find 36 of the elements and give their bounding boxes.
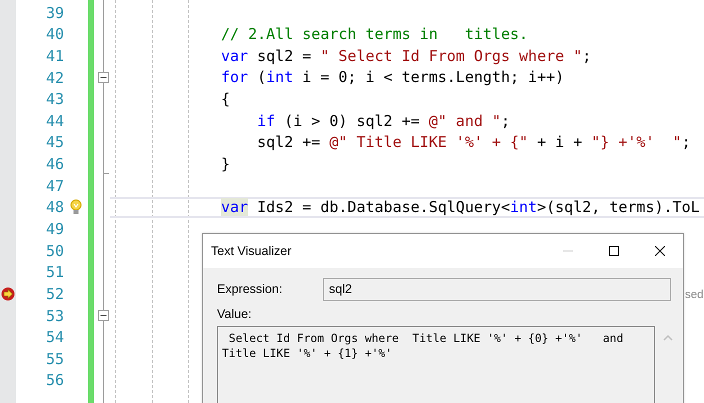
line-number: 51: [46, 262, 64, 284]
line-number: 56: [46, 370, 64, 392]
code-line: sql2 += @" Title LIKE '%' + {" + i + "} +'%' ";: [256, 135, 691, 150]
code-line: var sql2 = " Select Id From Orgs where ";: [221, 48, 592, 64]
collapse-icon[interactable]: [98, 72, 109, 83]
line-number: 41: [46, 46, 64, 67]
line-number: 46: [46, 154, 64, 176]
code-line: var Ids2 = db.Database.SqlQuery<int>(sql2, terms).ToL: [221, 200, 700, 216]
line-number: 54: [46, 327, 64, 348]
code-line: {: [221, 92, 230, 107]
line-number: 39: [46, 2, 64, 24]
line-number: 53: [46, 306, 64, 327]
code-line: // 2.All search terms in titles.: [221, 26, 528, 42]
scroll-up-icon[interactable]: [663, 334, 673, 341]
line-number: 44: [46, 110, 64, 132]
collapse-icon[interactable]: [98, 310, 109, 321]
expression-field[interactable]: sql2: [323, 278, 671, 301]
code-line: if (i > 0) sql2 += @" and ";: [256, 114, 510, 129]
line-number: 50: [46, 240, 64, 262]
expression-label: Expression:: [217, 281, 284, 298]
line-number: 42: [46, 68, 64, 88]
lightbulb-icon[interactable]: [70, 198, 82, 217]
code-text: sed: [685, 288, 704, 303]
value-label: Value:: [217, 306, 252, 323]
line-number: 47: [46, 176, 64, 197]
line-number: 43: [46, 89, 64, 110]
line-number: 52: [46, 284, 64, 305]
code-line: for (int i = 0; i < terms.Length; i++): [221, 70, 564, 86]
value-text-area[interactable]: Select Id From Orgs where Title LIKE '%' + {0} +'%' and Title LIKE '%' + {1} +'%': [217, 326, 655, 403]
line-number: 55: [46, 348, 64, 370]
line-number: 48: [46, 197, 64, 218]
line-number: 40: [46, 24, 64, 46]
line-number: 45: [46, 132, 64, 154]
line-number: 49: [46, 218, 64, 240]
code-line: }: [221, 156, 230, 172]
dialog-title: Text Visualizer: [210, 242, 292, 260]
